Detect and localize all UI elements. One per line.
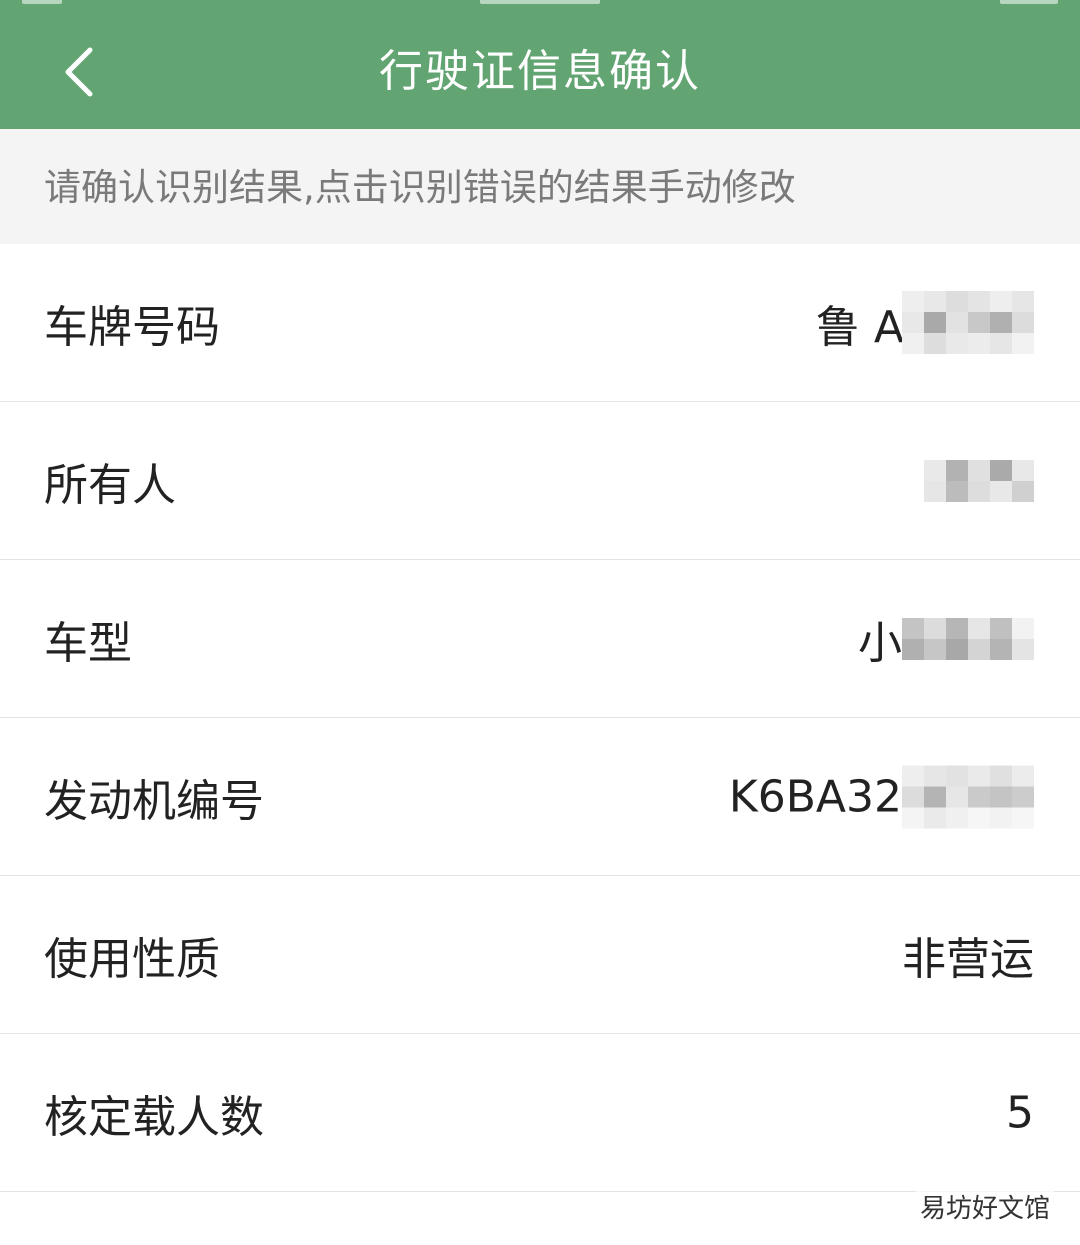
row-passenger-capacity[interactable]: 核定载人数 5 bbox=[0, 1034, 1080, 1192]
status-bar-remnant bbox=[22, 0, 62, 4]
mosaic-cell bbox=[946, 807, 968, 828]
mosaic-cell bbox=[924, 638, 946, 660]
mosaic-cell bbox=[990, 638, 1012, 660]
status-bar-remnant bbox=[480, 0, 600, 4]
mosaic-cell bbox=[902, 333, 924, 354]
mosaic-cell bbox=[990, 459, 1012, 481]
mosaic-cell bbox=[990, 617, 1012, 639]
mosaic-cell bbox=[968, 765, 990, 786]
mosaic-cell bbox=[946, 638, 968, 660]
mosaic-cell bbox=[924, 765, 946, 786]
mosaic-cell bbox=[968, 617, 990, 639]
page-title: 行驶证信息确认 bbox=[379, 46, 701, 97]
row-plate-number[interactable]: 车牌号码 鲁 A bbox=[0, 244, 1080, 402]
row-engine-number[interactable]: 发动机编号 K6BA32 bbox=[0, 718, 1080, 876]
mosaic-cell bbox=[1012, 617, 1034, 639]
row-value-text: 小 bbox=[858, 617, 902, 669]
mosaic-cell bbox=[1012, 459, 1034, 481]
mosaic-cell bbox=[902, 617, 924, 639]
mosaic-cell bbox=[990, 765, 1012, 786]
mosaic-cell bbox=[902, 291, 924, 312]
row-value[interactable] bbox=[924, 459, 1034, 502]
mosaic-cell bbox=[968, 638, 990, 660]
row-label: 所有人 bbox=[44, 459, 176, 511]
mosaic-cell bbox=[924, 333, 946, 354]
mosaic-cell bbox=[1012, 807, 1034, 828]
mosaic-cell bbox=[968, 459, 990, 481]
mosaic-cell bbox=[1012, 291, 1034, 312]
row-value-text: 5 bbox=[1006, 1087, 1034, 1138]
row-value[interactable]: 非营运 bbox=[902, 923, 1034, 987]
mosaic-cell bbox=[902, 312, 924, 333]
row-value-text: K6BA32 bbox=[728, 771, 902, 822]
row-label: 核定载人数 bbox=[44, 1091, 264, 1143]
mosaic-cell bbox=[968, 333, 990, 354]
hint-bar: 请确认识别结果,点击识别错误的结果手动修改 bbox=[0, 129, 1080, 244]
watermark: 易坊好文馆 bbox=[915, 1186, 1054, 1227]
row-value-text: 鲁 A bbox=[815, 301, 904, 353]
mosaic-cell bbox=[924, 312, 946, 333]
mosaic-cell bbox=[946, 617, 968, 639]
mosaic-cell bbox=[990, 333, 1012, 354]
mosaic-cell bbox=[946, 291, 968, 312]
status-bar-remnant bbox=[1000, 0, 1058, 4]
redaction-mosaic bbox=[902, 765, 1034, 828]
row-usage-nature[interactable]: 使用性质 非营运 bbox=[0, 876, 1080, 1034]
mosaic-cell bbox=[1012, 765, 1034, 786]
license-info-list: 车牌号码 鲁 A 所有人 车型 小 发动机编号 K6BA32 使用性质 非营运 bbox=[0, 244, 1080, 1192]
redaction-mosaic bbox=[902, 291, 1034, 354]
mosaic-cell bbox=[968, 807, 990, 828]
row-value[interactable]: 鲁 A bbox=[816, 291, 1034, 355]
hint-text: 请确认识别结果,点击识别错误的结果手动修改 bbox=[44, 166, 796, 209]
mosaic-cell bbox=[946, 459, 968, 481]
row-value-text: 非营运 bbox=[902, 933, 1034, 985]
mosaic-cell bbox=[968, 312, 990, 333]
row-label: 使用性质 bbox=[44, 933, 220, 985]
mosaic-cell bbox=[990, 291, 1012, 312]
mosaic-cell bbox=[902, 807, 924, 828]
mosaic-cell bbox=[968, 291, 990, 312]
mosaic-cell bbox=[946, 312, 968, 333]
mosaic-cell bbox=[1012, 333, 1034, 354]
mosaic-cell bbox=[990, 312, 1012, 333]
row-label: 发动机编号 bbox=[44, 775, 264, 827]
mosaic-cell bbox=[924, 459, 946, 481]
mosaic-cell bbox=[902, 765, 924, 786]
mosaic-cell bbox=[946, 333, 968, 354]
mosaic-cell bbox=[1012, 786, 1034, 807]
redaction-mosaic bbox=[902, 617, 1034, 660]
mosaic-cell bbox=[924, 480, 946, 502]
mosaic-cell bbox=[924, 291, 946, 312]
row-vehicle-type[interactable]: 车型 小 bbox=[0, 560, 1080, 718]
mosaic-cell bbox=[990, 807, 1012, 828]
mosaic-cell bbox=[902, 786, 924, 807]
mosaic-cell bbox=[946, 765, 968, 786]
mosaic-cell bbox=[990, 786, 1012, 807]
mosaic-cell bbox=[968, 786, 990, 807]
mosaic-cell bbox=[946, 786, 968, 807]
top-app-bar: 行驶证信息确认 bbox=[0, 0, 1080, 129]
row-label: 车牌号码 bbox=[44, 301, 220, 353]
mosaic-cell bbox=[990, 480, 1012, 502]
row-value[interactable]: K6BA32 bbox=[729, 765, 1034, 828]
mosaic-cell bbox=[1012, 480, 1034, 502]
mosaic-cell bbox=[1012, 638, 1034, 660]
mosaic-cell bbox=[1012, 312, 1034, 333]
mosaic-cell bbox=[924, 807, 946, 828]
row-value[interactable]: 小 bbox=[858, 607, 1034, 671]
mosaic-cell bbox=[902, 638, 924, 660]
row-value[interactable]: 5 bbox=[1006, 1087, 1034, 1138]
mosaic-cell bbox=[968, 480, 990, 502]
row-owner[interactable]: 所有人 bbox=[0, 402, 1080, 560]
mosaic-cell bbox=[946, 480, 968, 502]
mosaic-cell bbox=[924, 786, 946, 807]
redaction-mosaic bbox=[924, 459, 1034, 502]
mosaic-cell bbox=[924, 617, 946, 639]
row-label: 车型 bbox=[44, 617, 132, 669]
